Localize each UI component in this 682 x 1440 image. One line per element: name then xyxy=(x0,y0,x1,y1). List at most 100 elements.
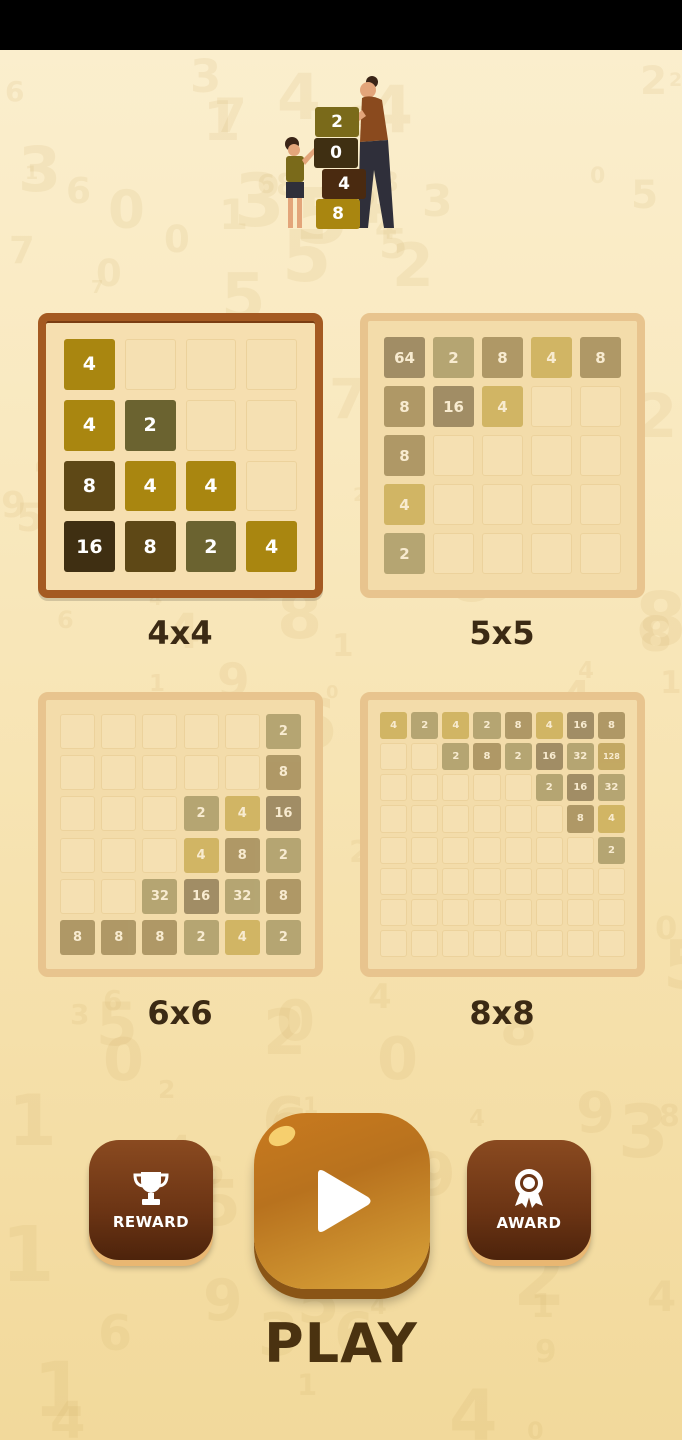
tile: 4 xyxy=(482,386,523,427)
empty-tile xyxy=(531,435,572,476)
empty-tile xyxy=(442,805,470,833)
empty-tile xyxy=(380,836,408,864)
tile: 8 xyxy=(60,919,96,955)
tile: 4 xyxy=(224,919,260,955)
empty-tile xyxy=(101,837,137,873)
tile: 16 xyxy=(64,521,115,572)
award-button[interactable]: AWARD xyxy=(467,1140,591,1260)
tile: 2 xyxy=(183,796,219,832)
tile: 32 xyxy=(597,774,625,802)
empty-tile xyxy=(473,774,501,802)
empty-tile xyxy=(566,867,594,895)
empty-tile xyxy=(380,867,408,895)
empty-tile xyxy=(442,867,470,895)
tile: 16 xyxy=(433,386,474,427)
empty-tile xyxy=(60,837,96,873)
tile: 8 xyxy=(265,878,301,914)
hero-block: 4 xyxy=(322,169,366,199)
empty-tile xyxy=(101,796,137,832)
empty-tile xyxy=(411,867,439,895)
tile: 4 xyxy=(224,796,260,832)
hero-block: 8 xyxy=(316,199,360,229)
tile: 32 xyxy=(224,878,260,914)
reward-button[interactable]: REWARD xyxy=(89,1140,213,1260)
hero-block: 2 xyxy=(315,107,359,137)
tile: 16 xyxy=(566,774,594,802)
tile: 4 xyxy=(597,805,625,833)
empty-tile xyxy=(411,898,439,926)
empty-tile xyxy=(142,714,178,750)
empty-tile xyxy=(224,755,260,791)
empty-tile xyxy=(183,714,219,750)
empty-tile xyxy=(482,484,523,525)
tile: 4 xyxy=(185,460,237,512)
board-6x6[interactable]: 2 8 2 4 16 4 8 2 32 16 32 8 8 8 8 2 4 2 xyxy=(38,692,323,977)
empty-tile xyxy=(504,805,532,833)
empty-tile xyxy=(531,386,572,427)
tile: 16 xyxy=(535,743,563,771)
empty-tile xyxy=(60,714,96,750)
empty-tile xyxy=(380,743,408,771)
tile: 4 xyxy=(531,337,572,378)
trophy-icon xyxy=(133,1172,169,1205)
empty-tile xyxy=(101,878,137,914)
tile: 16 xyxy=(183,878,219,914)
tile: 2 xyxy=(411,712,439,740)
tile: 2 xyxy=(265,919,301,955)
tile: 8 xyxy=(597,712,625,740)
tile: 8 xyxy=(224,837,260,873)
empty-tile xyxy=(580,435,621,476)
empty-tile xyxy=(101,714,137,750)
empty-tile xyxy=(411,743,439,771)
empty-tile xyxy=(185,339,237,390)
tile: 2 xyxy=(265,714,301,750)
empty-tile xyxy=(60,755,96,791)
empty-tile xyxy=(531,533,572,574)
empty-tile xyxy=(535,929,563,957)
empty-tile xyxy=(531,484,572,525)
tile: 4 xyxy=(64,339,115,390)
empty-tile xyxy=(380,774,408,802)
tile: 32 xyxy=(566,743,594,771)
tile: 32 xyxy=(142,878,178,914)
empty-tile xyxy=(566,898,594,926)
empty-tile xyxy=(504,836,532,864)
tile: 8 xyxy=(473,743,501,771)
tile: 8 xyxy=(580,337,621,378)
empty-tile xyxy=(101,755,137,791)
empty-tile xyxy=(411,836,439,864)
empty-tile xyxy=(442,898,470,926)
empty-tile xyxy=(597,898,625,926)
play-label[interactable]: PLAY xyxy=(0,1312,682,1375)
empty-tile xyxy=(442,836,470,864)
tile: 16 xyxy=(265,796,301,832)
tile: 2 xyxy=(124,399,176,451)
board-8x8[interactable]: 4 2 4 2 8 4 16 8 2 8 2 16 32 128 2 16 32 8 4 2 xyxy=(360,692,645,977)
empty-tile xyxy=(566,929,594,957)
empty-tile xyxy=(142,837,178,873)
empty-tile xyxy=(185,399,237,451)
tile: 4 xyxy=(442,712,470,740)
board-5x5[interactable]: 64 2 8 4 8 8 16 4 8 4 2 xyxy=(360,313,645,598)
board-4x4[interactable]: 4 4 2 8 4 4 16 8 2 4 xyxy=(38,313,323,598)
board-label-5x5: 5x5 xyxy=(469,614,535,652)
empty-tile xyxy=(433,484,474,525)
empty-tile xyxy=(442,774,470,802)
empty-tile xyxy=(442,929,470,957)
empty-tile xyxy=(183,755,219,791)
hero-illustration: 2048 xyxy=(270,70,420,235)
empty-tile xyxy=(580,386,621,427)
hero-block: 0 xyxy=(314,138,358,168)
tile: 2 xyxy=(265,837,301,873)
tile: 8 xyxy=(566,805,594,833)
tile: 2 xyxy=(183,919,219,955)
tile: 4 xyxy=(535,712,563,740)
play-button[interactable] xyxy=(254,1113,430,1289)
play-icon xyxy=(318,1170,371,1232)
tile: 8 xyxy=(265,755,301,791)
empty-tile xyxy=(504,929,532,957)
empty-tile xyxy=(380,805,408,833)
tile: 2 xyxy=(442,743,470,771)
empty-tile xyxy=(580,533,621,574)
tile: 4 xyxy=(380,712,408,740)
